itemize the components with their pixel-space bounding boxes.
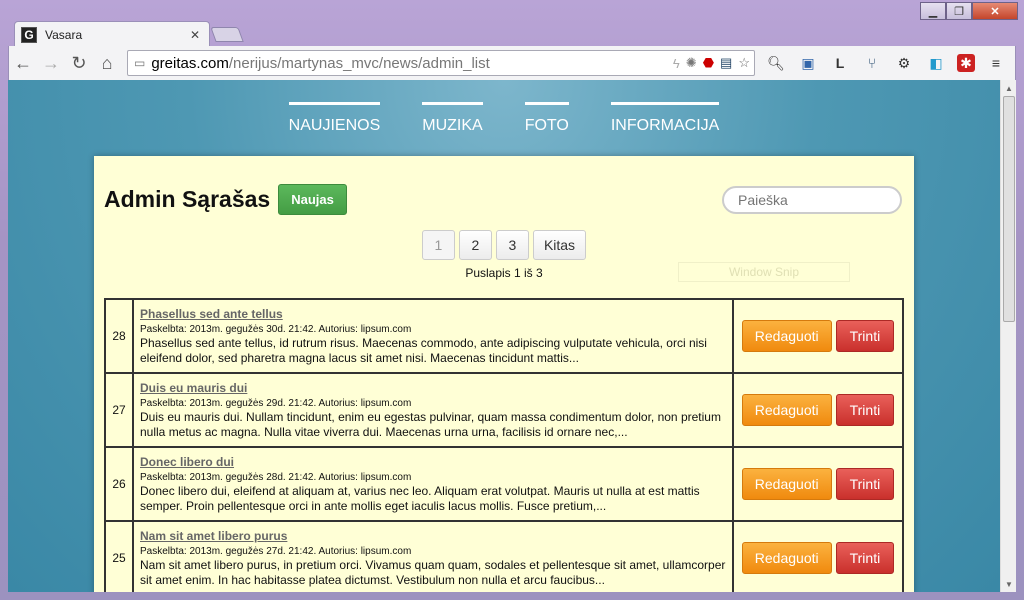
pagination: 1 2 3 Kitas <box>94 230 914 260</box>
minimize-button[interactable]: ▁ <box>920 2 946 20</box>
title-bar: G Vasara ✕ ▁ ❐ ✕ <box>0 0 1024 47</box>
search-extension-icon[interactable]: 🔍︎ <box>765 52 787 74</box>
tab-close-icon[interactable]: ✕ <box>187 28 203 42</box>
edit-button[interactable]: Redaguoti <box>741 468 832 500</box>
table-row: 27 Duis eu mauris dui Paskelbta: 2013m. … <box>104 372 904 448</box>
home-icon[interactable]: ⌂ <box>93 49 121 77</box>
item-title-link[interactable]: Donec libero dui <box>140 455 726 469</box>
bookmark-star-icon[interactable]: ☆ <box>738 55 750 71</box>
l-extension-icon[interactable]: L <box>829 52 851 74</box>
settings-gear-icon[interactable]: ⚙ <box>893 52 915 74</box>
page-3-button[interactable]: 3 <box>495 230 529 260</box>
row-id: 26 <box>104 446 134 522</box>
html-validator-icon[interactable]: ▤ <box>720 55 732 71</box>
item-excerpt: Phasellus sed ante tellus, id rutrum ris… <box>140 335 707 365</box>
tab-title: Vasara <box>45 27 83 42</box>
url-host: greitas.com <box>151 54 229 72</box>
paper-extension-icon[interactable]: ◧ <box>925 52 947 74</box>
window-snip-overlay: Window Snip <box>678 262 850 282</box>
item-excerpt: Duis eu mauris dui. Nullam tincidunt, en… <box>140 409 721 439</box>
nav-item-naujienos[interactable]: NAUJIENOS <box>288 102 381 135</box>
window-extension-icon[interactable]: ▣ <box>797 52 819 74</box>
page-viewport: NAUJIENOS MUZIKA FOTO INFORMACIJA Admin … <box>8 80 1000 592</box>
delete-button[interactable]: Trinti <box>835 542 895 574</box>
window-controls: ▁ ❐ ✕ <box>920 2 1018 20</box>
delete-button[interactable]: Trinti <box>835 394 895 426</box>
item-meta: Paskelbta: 2013m. gegužės 27d. 21:42. Au… <box>140 545 412 557</box>
lightning-icon[interactable]: ϟ <box>673 56 680 71</box>
item-meta: Paskelbta: 2013m. gegužės 29d. 21:42. Au… <box>140 397 412 409</box>
row-actions: Redaguoti Trinti <box>732 446 904 522</box>
nav-item-muzika[interactable]: MUZIKA <box>422 102 483 135</box>
table-row: 28 Phasellus sed ante tellus Paskelbta: … <box>104 298 904 374</box>
scrollbar-thumb[interactable] <box>1003 96 1015 322</box>
row-actions: Redaguoti Trinti <box>732 298 904 374</box>
page-1-button[interactable]: 1 <box>421 230 455 260</box>
row-content: Duis eu mauris dui Paskelbta: 2013m. geg… <box>132 372 734 448</box>
edit-button[interactable]: Redaguoti <box>741 542 832 574</box>
row-actions: Redaguoti Trinti <box>732 372 904 448</box>
browser-toolbar: ← → ↻ ⌂ ▭ greitas.com/nerijus/martynas_m… <box>8 46 1016 80</box>
menu-icon[interactable]: ≡ <box>985 52 1007 74</box>
row-content: Donec libero dui Paskelbta: 2013m. geguž… <box>132 446 734 522</box>
row-content: Phasellus sed ante tellus Paskelbta: 201… <box>132 298 734 374</box>
row-content: Nam sit amet libero purus Paskelbta: 201… <box>132 520 734 592</box>
browser-window: G Vasara ✕ ▁ ❐ ✕ ← → ↻ ⌂ ▭ greitas.com/n… <box>0 0 1024 600</box>
edit-button[interactable]: Redaguoti <box>741 394 832 426</box>
branch-extension-icon[interactable]: ⑂ <box>861 52 883 74</box>
vertical-scrollbar[interactable]: ▲ ▼ <box>1000 80 1016 592</box>
maximize-button[interactable]: ❐ <box>946 2 972 20</box>
close-window-button[interactable]: ✕ <box>972 2 1018 20</box>
table-row: 25 Nam sit amet libero purus Paskelbta: … <box>104 520 904 592</box>
adblock-icon[interactable]: ⬣ <box>703 55 714 71</box>
scroll-down-arrow-icon[interactable]: ▼ <box>1001 576 1017 592</box>
reload-icon[interactable]: ↻ <box>65 49 93 77</box>
url-path: /nerijus/martynas_mvc/news/admin_list <box>228 54 490 72</box>
delete-button[interactable]: Trinti <box>835 468 895 500</box>
scroll-up-arrow-icon[interactable]: ▲ <box>1001 80 1017 96</box>
omnibox-icons: ϟ ✺ ⬣ ▤ ☆ <box>673 55 754 71</box>
item-meta: Paskelbta: 2013m. gegužės 28d. 21:42. Au… <box>140 471 412 483</box>
site-navigation: NAUJIENOS MUZIKA FOTO INFORMACIJA <box>8 102 1000 135</box>
back-arrow-icon[interactable]: ← <box>9 49 37 77</box>
edit-button[interactable]: Redaguoti <box>741 320 832 352</box>
new-tab-button[interactable] <box>210 27 244 42</box>
page-title: Admin Sąrašas <box>104 186 271 212</box>
address-bar[interactable]: ▭ greitas.com/nerijus/martynas_mvc/news/… <box>127 50 755 76</box>
panel-header: Admin Sąrašas Naujas <box>104 184 347 215</box>
row-actions: Redaguoti Trinti <box>732 520 904 592</box>
item-title-link[interactable]: Nam sit amet libero purus <box>140 529 726 543</box>
news-table: 28 Phasellus sed ante tellus Paskelbta: … <box>104 298 904 592</box>
lastpass-icon[interactable]: ✱ <box>957 54 975 72</box>
item-excerpt: Donec libero dui, eleifend at aliquam at… <box>140 483 700 513</box>
favicon-icon: G <box>21 26 37 43</box>
item-title-link[interactable]: Duis eu mauris dui <box>140 381 726 395</box>
row-id: 28 <box>104 298 134 374</box>
row-id: 25 <box>104 520 134 592</box>
delete-button[interactable]: Trinti <box>835 320 895 352</box>
table-row: 26 Donec libero dui Paskelbta: 2013m. ge… <box>104 446 904 522</box>
search-input[interactable] <box>722 186 902 214</box>
content-panel: Admin Sąrašas Naujas 1 2 3 Kitas Puslapi… <box>94 156 914 592</box>
browser-tab[interactable]: G Vasara ✕ <box>14 21 210 47</box>
new-item-button[interactable]: Naujas <box>278 184 347 215</box>
item-excerpt: Nam sit amet libero purus, in pretium or… <box>140 557 726 587</box>
page-2-button[interactable]: 2 <box>458 230 492 260</box>
forward-arrow-icon[interactable]: → <box>37 49 65 77</box>
nav-item-foto[interactable]: FOTO <box>524 102 569 135</box>
page-icon: ▭ <box>134 56 146 70</box>
item-meta: Paskelbta: 2013m. gegužės 30d. 21:42. Au… <box>140 323 412 335</box>
gear-extension-icon[interactable]: ✺ <box>686 55 697 71</box>
next-page-button[interactable]: Kitas <box>532 230 587 260</box>
nav-item-informacija[interactable]: INFORMACIJA <box>610 102 720 135</box>
item-title-link[interactable]: Phasellus sed ante tellus <box>140 307 726 321</box>
row-id: 27 <box>104 372 134 448</box>
